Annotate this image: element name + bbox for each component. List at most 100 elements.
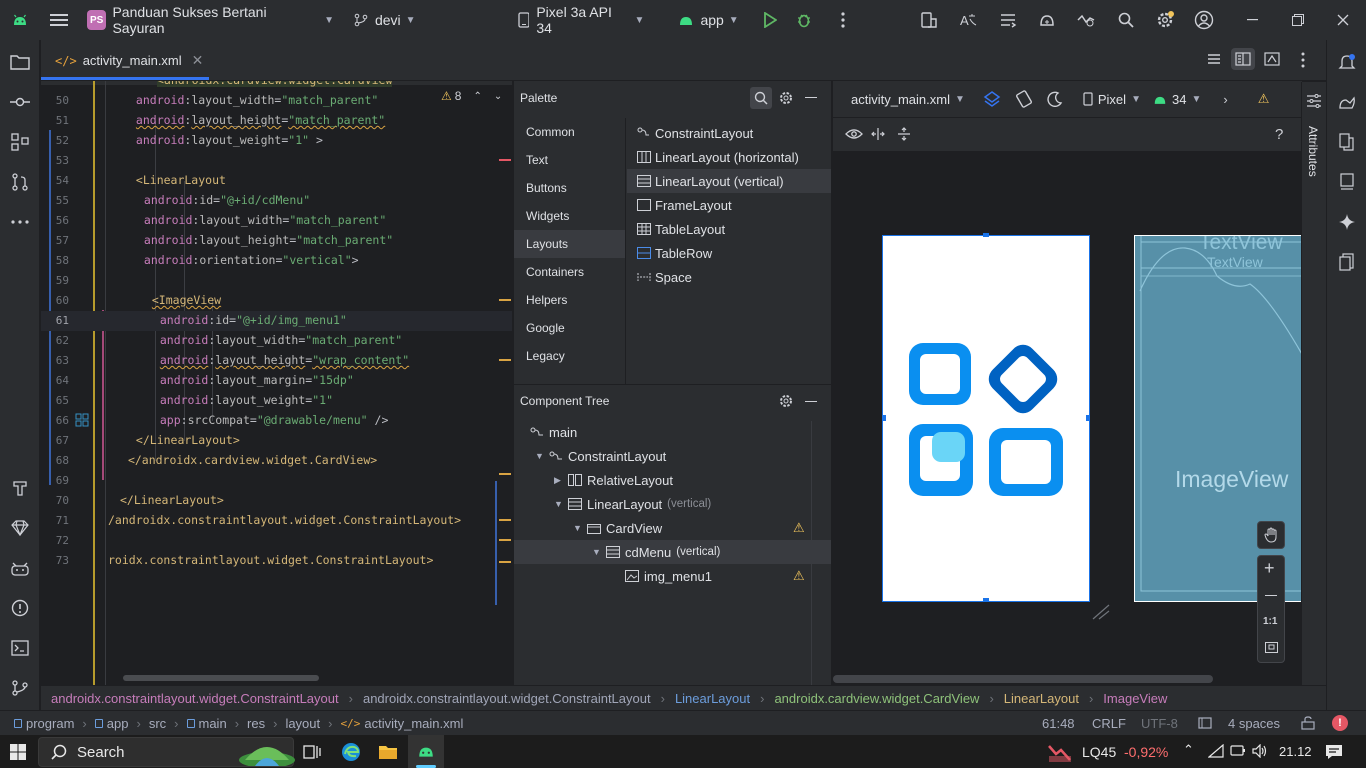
palette-category[interactable]: Helpers: [514, 286, 625, 314]
stock-change[interactable]: -0,92%: [1124, 744, 1168, 760]
orientation-icon[interactable]: [1015, 90, 1033, 108]
code-view-icon[interactable]: [1206, 52, 1222, 68]
design-horizontal-scrollbar[interactable]: [833, 675, 1213, 683]
canvas-resize-grip-icon[interactable]: [1091, 603, 1113, 621]
zoom-to-fit-icon[interactable]: [1265, 642, 1278, 653]
tree-minimize-icon[interactable]: [805, 401, 817, 403]
task-view-icon[interactable]: [303, 744, 321, 760]
path-segment[interactable]: layout: [285, 716, 320, 731]
line-number[interactable]: 61: [41, 314, 69, 327]
palette-category[interactable]: Common: [514, 118, 625, 146]
path-segment[interactable]: main: [199, 716, 227, 731]
translate-icon[interactable]: A: [948, 0, 987, 40]
design-preview-screen[interactable]: [882, 235, 1090, 602]
line-number[interactable]: 57: [41, 234, 69, 247]
indent-setting[interactable]: 4 spaces: [1228, 716, 1280, 731]
code-editor[interactable]: <androidx.cardview.widget.CardView 50 and…: [41, 81, 512, 685]
resize-handle[interactable]: [983, 598, 989, 602]
line-number[interactable]: 65: [41, 394, 69, 407]
resize-handle[interactable]: [1086, 415, 1090, 421]
line-number[interactable]: 59: [41, 274, 69, 287]
resize-handle[interactable]: [882, 415, 886, 421]
gem-icon[interactable]: [8, 516, 32, 540]
problems-icon[interactable]: [8, 596, 32, 620]
notifications-bell-icon[interactable]: [1335, 50, 1359, 74]
line-number[interactable]: 67: [41, 434, 69, 447]
tree-row[interactable]: ▼ ConstraintLayout: [514, 444, 831, 468]
line-number[interactable]: 52: [41, 134, 69, 147]
palette-category[interactable]: Widgets: [514, 202, 625, 230]
expand-arrow-icon[interactable]: ▶: [554, 475, 568, 486]
margin-horizontal-icon[interactable]: [871, 127, 885, 141]
design-file-selector[interactable]: activity_main.xml ▼: [851, 92, 965, 107]
line-number[interactable]: 60: [41, 294, 69, 307]
wifi-icon[interactable]: [1208, 744, 1224, 758]
night-mode-icon[interactable]: [1047, 91, 1063, 107]
build-hammer-icon[interactable]: [8, 476, 32, 500]
palette-item[interactable]: TableLayout: [627, 217, 831, 241]
line-number[interactable]: 56: [41, 214, 69, 227]
breadcrumb-item[interactable]: androidx.cardview.widget.CardView: [774, 691, 979, 706]
collapse-arrow-icon[interactable]: ▼: [554, 499, 568, 509]
version-control-icon[interactable]: [8, 676, 32, 700]
notification-center-icon[interactable]: [1325, 744, 1343, 760]
line-number[interactable]: 58: [41, 254, 69, 267]
tray-expand-icon[interactable]: ⌃: [1183, 742, 1194, 758]
line-number[interactable]: 66: [41, 414, 69, 427]
tree-row[interactable]: ▼ cdMenu (vertical): [514, 540, 831, 564]
tree-settings-gear-icon[interactable]: [779, 394, 793, 408]
file-encoding[interactable]: UTF-8: [1141, 716, 1178, 731]
tab-options-icon[interactable]: [1301, 52, 1305, 68]
line-number[interactable]: 62: [41, 334, 69, 347]
account-icon[interactable]: [1185, 0, 1224, 40]
lock-icon[interactable]: [1301, 716, 1315, 730]
line-number[interactable]: 71: [41, 514, 69, 527]
project-folder-icon[interactable]: [8, 50, 32, 74]
line-number[interactable]: 63: [41, 354, 69, 367]
tree-row[interactable]: ▶ RelativeLayout: [514, 468, 831, 492]
device-explorer-icon[interactable]: [1335, 250, 1359, 274]
attributes-tab-label[interactable]: Attributes: [1306, 126, 1320, 196]
search-icon[interactable]: [1106, 0, 1145, 40]
warning-icon[interactable]: ⚠: [793, 568, 805, 584]
palette-search-icon[interactable]: [750, 87, 772, 109]
line-separator[interactable]: CRLF: [1092, 716, 1126, 731]
path-segment[interactable]: program: [26, 716, 74, 731]
debug-icon[interactable]: [790, 0, 818, 40]
zoom-out-icon[interactable]: [1265, 595, 1277, 597]
inspection-widget[interactable]: ⚠ 8 ⌃ ⌄: [441, 89, 503, 103]
battery-icon[interactable]: [1230, 744, 1246, 758]
path-segment[interactable]: res: [247, 716, 265, 731]
tree-row[interactable]: img_menu1 ⚠: [514, 564, 831, 588]
pull-requests-icon[interactable]: [8, 170, 32, 194]
scroll-thumb[interactable]: [495, 481, 497, 605]
palette-settings-gear-icon[interactable]: [779, 91, 793, 105]
design-device-selector[interactable]: Pixel ▼: [1083, 92, 1141, 107]
pan-hand-icon[interactable]: [1257, 521, 1285, 549]
file-explorer-icon[interactable]: [378, 743, 398, 761]
palette-category[interactable]: Legacy: [514, 342, 625, 370]
breadcrumb-item[interactable]: ImageView: [1103, 691, 1167, 706]
palette-category[interactable]: Containers: [514, 258, 625, 286]
breadcrumb-item[interactable]: LinearLayout: [1004, 691, 1079, 706]
structure-icon[interactable]: [8, 130, 32, 154]
collapse-arrow-icon[interactable]: ▼: [535, 451, 549, 461]
breadcrumb-item[interactable]: androidx.constraintlayout.widget.Constra…: [363, 691, 651, 706]
tree-row[interactable]: ▼ LinearLayout (vertical): [514, 492, 831, 516]
line-number[interactable]: 54: [41, 174, 69, 187]
clock[interactable]: 21.12: [1279, 744, 1312, 759]
design-view-icon[interactable]: [1264, 52, 1280, 66]
line-number[interactable]: 68: [41, 454, 69, 467]
edge-browser-icon[interactable]: [341, 742, 361, 762]
palette-item[interactable]: Space: [627, 265, 831, 289]
line-number[interactable]: 53: [41, 154, 69, 167]
logcat-icon[interactable]: [8, 556, 32, 580]
settings-gear-icon[interactable]: [1145, 0, 1184, 40]
breadcrumb-item[interactable]: androidx.constraintlayout.widget.Constra…: [51, 691, 339, 706]
close-window-icon[interactable]: [1321, 0, 1366, 40]
horizontal-scrollbar[interactable]: [123, 675, 319, 681]
gradle-icon[interactable]: [1335, 90, 1359, 114]
palette-item[interactable]: TableRow: [627, 241, 831, 265]
palette-item[interactable]: LinearLayout (vertical): [627, 169, 831, 193]
breadcrumb-item[interactable]: LinearLayout: [675, 691, 750, 706]
